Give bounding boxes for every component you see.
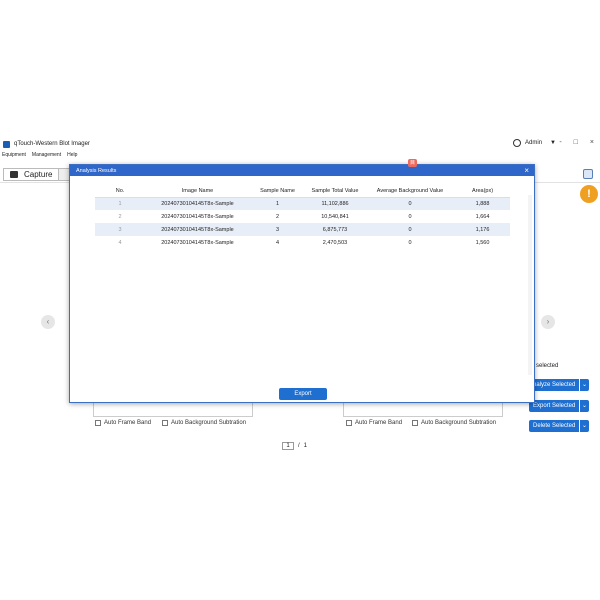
column-header[interactable]: Average Background Value <box>365 185 455 198</box>
tab-capture[interactable]: Capture <box>3 168 60 181</box>
auto-frame-band-option[interactable]: Auto Frame Band <box>346 420 402 426</box>
export-selected-label: Export Selected <box>533 403 576 409</box>
cell-area: 1,560 <box>475 239 490 246</box>
menu-equipment[interactable]: Equipment <box>2 152 26 161</box>
cell-area: 1,664 <box>475 213 490 220</box>
auto-background-subtraction-option[interactable]: Auto Background Subtration <box>412 420 496 426</box>
option-label: Auto Background Subtration <box>421 420 497 426</box>
chevron-down-icon[interactable]: ⌄ <box>579 400 589 412</box>
user-menu[interactable]: Admin ▼ <box>513 139 556 147</box>
delete-selected-label: Delete Selected <box>533 423 576 429</box>
close-button[interactable]: × <box>590 139 594 146</box>
column-header[interactable]: No. <box>95 185 145 198</box>
checkbox[interactable] <box>346 420 352 426</box>
table-scrollbar[interactable] <box>528 195 532 375</box>
table-header-row: No. Image Name Sample Name Sample Total … <box>95 185 510 198</box>
page-input[interactable]: 1 <box>282 442 294 450</box>
image-panel-left <box>93 403 253 417</box>
delete-selected-button[interactable]: Delete Selected ⌄ <box>529 420 589 432</box>
user-name: Admin <box>525 140 543 146</box>
cell-no: 1 <box>95 197 145 210</box>
export-selected-button[interactable]: Export Selected ⌄ <box>529 400 589 412</box>
table-row[interactable]: 3 20240730104145T8x-Sample 3 6,875,773 0… <box>95 223 510 236</box>
prev-image-button[interactable]: ‹ <box>41 315 55 329</box>
checkbox[interactable] <box>162 420 168 426</box>
cell-background: 0 <box>408 239 412 246</box>
cell-image-name: 20240730104145T8x-Sample <box>145 223 250 236</box>
option-label: Auto Background Subtration <box>171 420 247 426</box>
app-title: qTouch-Western Blot Imager <box>14 141 90 147</box>
title-bar: qTouch-Western Blot Imager Admin ▼ - □ × <box>0 137 600 151</box>
cell-total: 11,102,886 <box>305 197 365 210</box>
analyze-selected-button[interactable]: nalyze Selected ⌄ <box>529 379 589 391</box>
cell-sample-name: 4 <box>275 239 280 246</box>
cell-background: 0 <box>365 223 455 236</box>
cell-background: 0 <box>365 197 455 210</box>
cell-total: 10,540,841 <box>321 213 349 220</box>
export-button[interactable]: Export <box>279 388 327 400</box>
screenshot-badge-icon[interactable]: 目 <box>408 159 417 167</box>
cell-no: 3 <box>95 223 145 236</box>
dialog-close-button[interactable]: × <box>524 165 529 176</box>
selected-count: selected <box>536 363 559 369</box>
auto-frame-band-option[interactable]: Auto Frame Band <box>95 420 151 426</box>
warning-icon[interactable]: ! <box>580 185 598 203</box>
cell-area: 1,888 <box>455 197 510 210</box>
pagination: 1 / 1 <box>282 442 307 450</box>
cell-sample-name: 2 <box>275 213 280 220</box>
cell-image-name: 20240730104145T8x-Sample <box>145 197 250 210</box>
cell-total: 6,875,773 <box>305 223 365 236</box>
app-logo-icon <box>3 140 10 148</box>
cell-area: 1,176 <box>455 223 510 236</box>
menu-bar: Equipment Management Help <box>0 152 77 161</box>
column-header[interactable]: Image Name <box>145 185 250 198</box>
capture-icon <box>10 171 18 178</box>
page-separator: / <box>298 443 300 449</box>
dialog-title-bar: Analysis Results 目 × <box>70 159 534 176</box>
tab-capture-label: Capture <box>24 170 53 179</box>
dialog-title: Analysis Results <box>76 167 117 174</box>
layers-icon[interactable] <box>583 169 593 179</box>
column-header[interactable]: Area(px) <box>455 185 510 198</box>
chevron-down-icon[interactable]: ⌄ <box>579 420 589 432</box>
auto-background-subtraction-option[interactable]: Auto Background Subtration <box>162 420 246 426</box>
checkbox[interactable] <box>95 420 101 426</box>
option-label: Auto Frame Band <box>355 420 403 426</box>
cell-sample-name: 3 <box>250 223 305 236</box>
maximize-button[interactable]: □ <box>574 139 578 146</box>
results-table: No. Image Name Sample Name Sample Total … <box>95 185 510 249</box>
page-total: 1 <box>303 443 308 449</box>
window-controls: - □ × <box>559 139 594 146</box>
cell-no: 2 <box>118 213 122 220</box>
cell-image-name: 20240730104145T8x-Sample <box>161 213 234 220</box>
table-row[interactable]: 1 20240730104145T8x-Sample 1 11,102,886 … <box>95 197 510 210</box>
checkbox[interactable] <box>412 420 418 426</box>
table-row[interactable]: 2 20240730104145T8x-Sample 2 10,540,841 … <box>95 210 510 223</box>
analyze-selected-label: nalyze Selected <box>533 382 576 388</box>
user-icon <box>513 139 522 147</box>
cell-background: 0 <box>408 213 412 220</box>
cell-no: 4 <box>118 239 122 246</box>
option-label: Auto Frame Band <box>104 420 152 426</box>
caret-down-icon[interactable]: ▼ <box>550 140 556 146</box>
cell-sample-name: 1 <box>250 197 305 210</box>
next-image-button[interactable]: › <box>541 315 555 329</box>
cell-image-name: 20240730104145T8x-Sample <box>161 239 234 246</box>
chevron-down-icon[interactable]: ⌄ <box>579 379 589 391</box>
analysis-results-dialog: Analysis Results 目 × No. Image Name Samp… <box>69 159 535 403</box>
table-row[interactable]: 4 20240730104145T8x-Sample 4 2,470,503 0… <box>95 236 510 249</box>
cell-total: 2,470,503 <box>322 239 348 246</box>
menu-help[interactable]: Help <box>67 152 77 161</box>
image-panel-right <box>343 403 503 417</box>
menu-management[interactable]: Management <box>32 152 61 161</box>
column-header[interactable]: Sample Name <box>250 185 305 198</box>
minimize-button[interactable]: - <box>559 139 561 146</box>
column-header[interactable]: Sample Total Value <box>305 185 365 198</box>
